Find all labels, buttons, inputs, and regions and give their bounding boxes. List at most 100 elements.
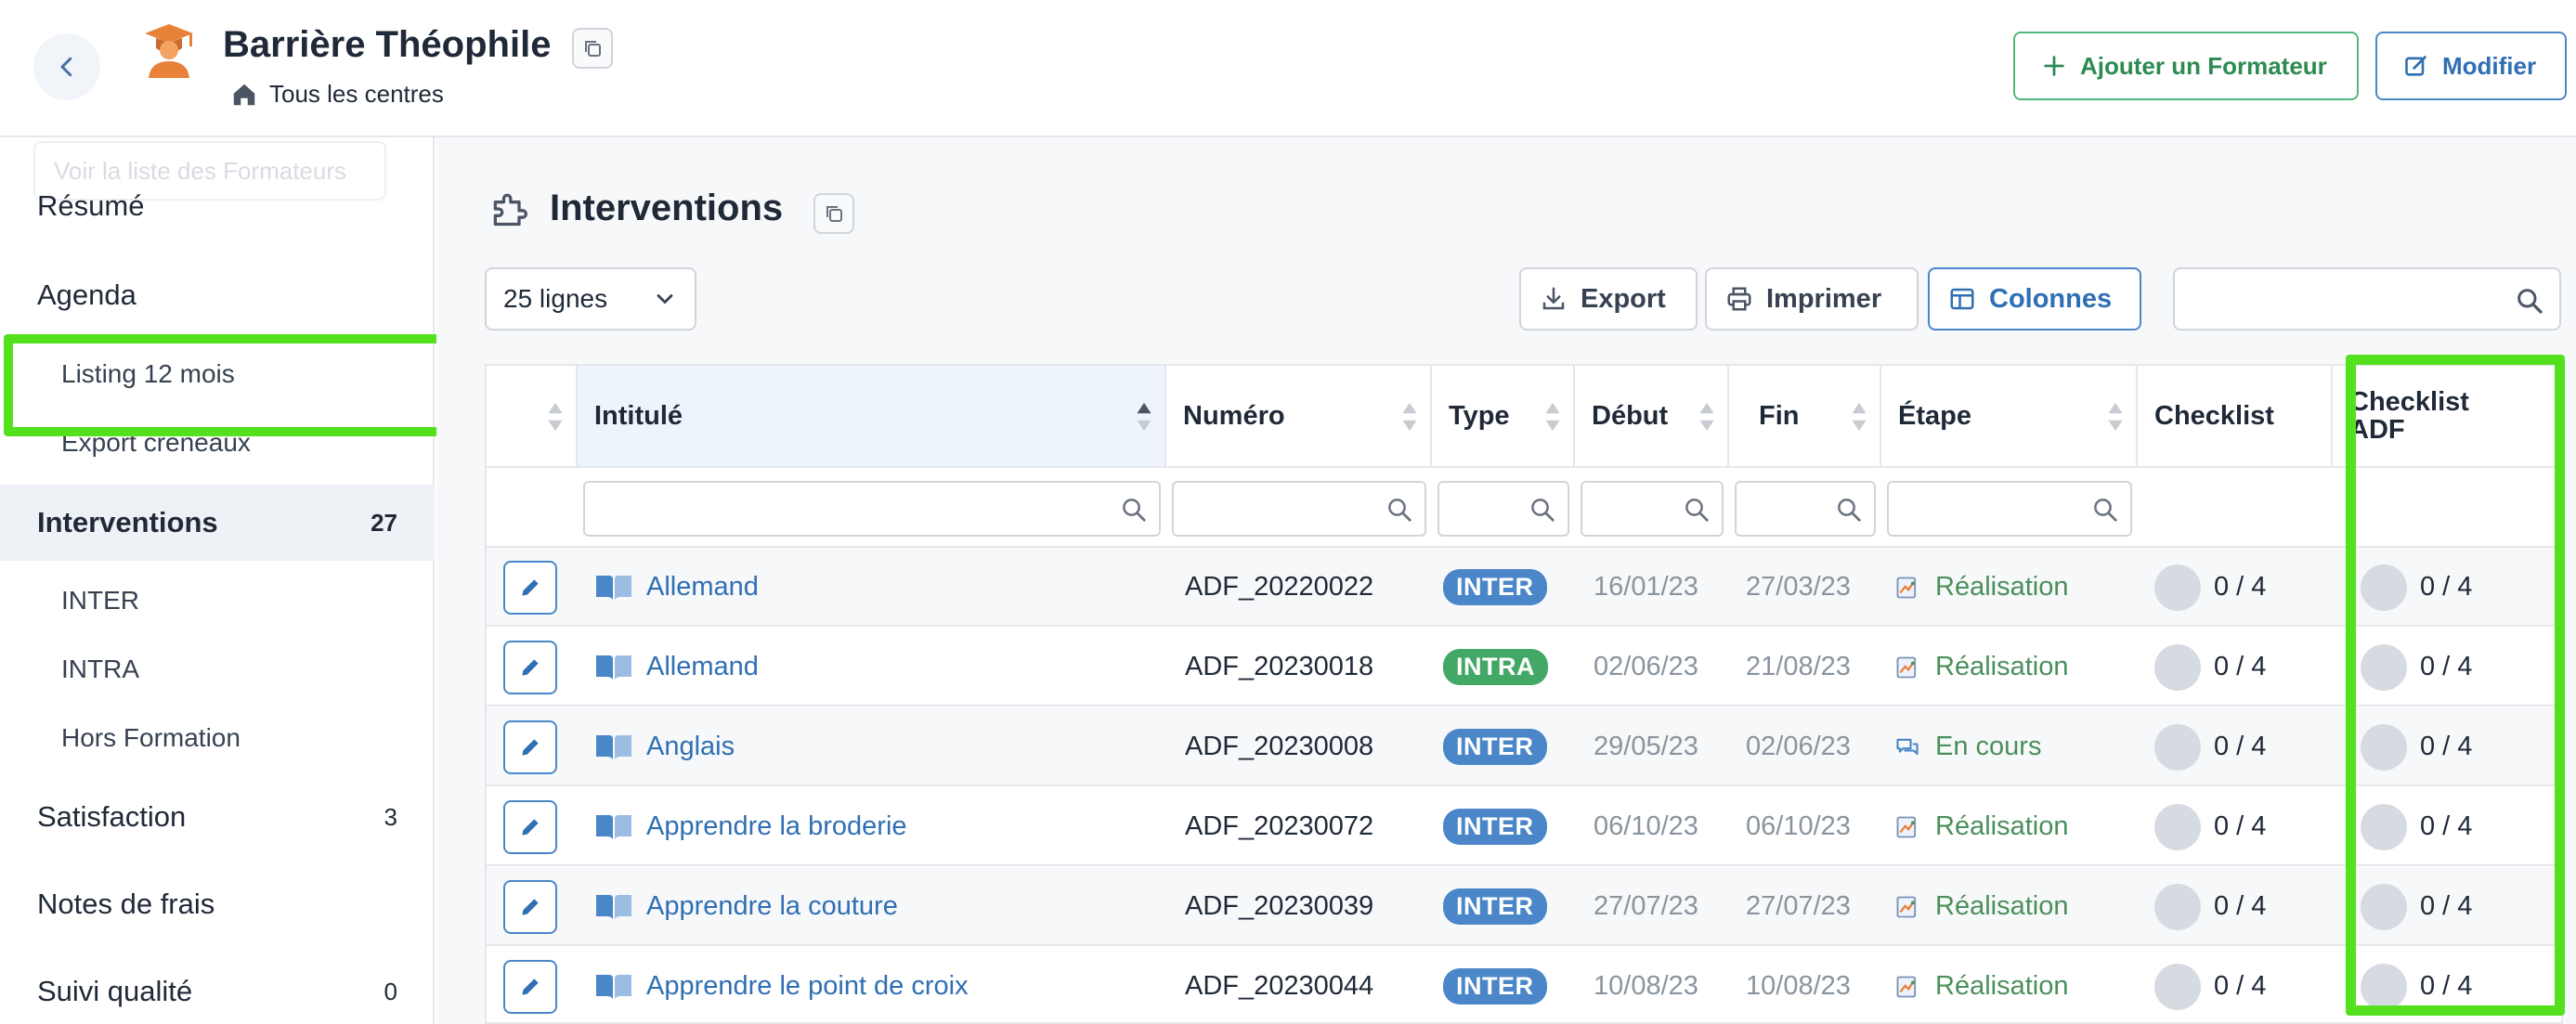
search-input[interactable] [2173,267,2561,331]
cell-intitule[interactable]: Apprendre la couture [594,867,898,946]
checklist-ratio: 0 / 4 [2214,891,2267,921]
column-header-label: Type [1449,400,1510,431]
column-header-checklist-adf[interactable]: Checklist ADF [2333,366,2561,468]
filter-intitule-input[interactable] [583,481,1161,537]
pencil-icon [522,819,539,836]
columns-label: Colonnes [1989,283,2113,314]
sidebar-item-inter[interactable]: INTER [0,576,435,626]
edit-row-button[interactable] [503,960,557,1014]
intervention-link[interactable]: Allemand [646,652,759,682]
search-icon [1388,499,1412,522]
table-row: Apprendre la couture ADF_20230039 INTER … [487,867,2561,946]
cell-checklist-adf: 0 / 4 [2361,548,2472,627]
add-trainer-button[interactable]: Ajouter un Formateur [2013,32,2359,100]
sidebar-item-intra[interactable]: INTRA [0,644,435,694]
print-label: Imprimer [1766,283,1882,314]
cell-intitule[interactable]: Apprendre la broderie [594,787,907,866]
edit-row-button[interactable] [503,561,557,615]
plus-icon [2044,56,2064,76]
column-header-type[interactable]: Type [1432,366,1575,468]
cell-etape: Réalisation [1894,787,2068,866]
cell-numero: ADF_20230008 [1185,732,1374,761]
checklist-progress-circle [2154,803,2201,850]
centre-text: Tous les centres [269,80,444,108]
step-label: Réalisation [1935,811,2069,841]
copy-icon [826,206,842,222]
sidebar-item-label: INTRA [61,655,139,683]
checklist-ratio: 0 / 4 [2214,732,2267,761]
checklist-adf-progress-circle [2361,883,2407,930]
sort-icon [2108,402,2123,432]
column-header-intitule[interactable]: Intitulé [578,366,1166,468]
column-header-debut[interactable]: Début [1575,366,1729,468]
sidebar-item-label: Notes de frais [37,888,215,920]
sidebar-item-hors-formation[interactable]: Hors Formation [0,713,435,763]
intervention-link[interactable]: Allemand [646,572,759,603]
cell-intitule[interactable]: Anglais [594,707,735,786]
cell-debut: 10/08/23 [1594,971,1698,1001]
print-button[interactable]: Imprimer [1705,267,1919,331]
edit-row-button[interactable] [503,800,557,854]
edit-label: Modifier [2442,51,2537,80]
checklist-ratio: 0 / 4 [2214,971,2267,1001]
filter-type-input[interactable] [1438,481,1569,537]
cell-intitule[interactable]: Allemand [594,548,759,627]
checklist-adf-progress-circle [2361,723,2407,771]
cell-intitule[interactable]: Allemand [594,628,759,706]
pencil-icon [522,739,539,756]
chart-doc-icon [1896,976,1917,997]
edit-row-button[interactable] [503,720,557,774]
sidebar-item-listing[interactable]: Listing 12 mois [0,349,435,399]
intervention-link[interactable]: Apprendre le point de croix [646,971,969,1002]
back-button[interactable] [33,33,100,100]
table-row: Allemand ADF_20230018 INTRA 02/06/23 21/… [487,628,2561,706]
sidebar-item-interventions[interactable]: Interventions 27 [0,485,435,561]
filter-fin-input[interactable] [1735,481,1876,537]
column-header-checklist[interactable]: Checklist [2138,366,2333,468]
sidebar-item-satisfaction[interactable]: Satisfaction 3 [0,789,435,845]
checklist-progress-circle [2154,723,2201,771]
sidebar-item-agenda[interactable]: Agenda [0,267,435,323]
cell-etape: Réalisation [1894,628,2068,706]
person-name: Barrière Théophile [223,24,552,65]
book-icon [596,575,631,600]
edit-button[interactable]: Modifier [2375,32,2567,100]
column-header-actions[interactable] [487,366,578,468]
intervention-link[interactable]: Apprendre la broderie [646,811,907,842]
cell-etape: En cours [1894,707,2041,786]
sidebar-item-resume[interactable]: Résumé [0,178,435,234]
filter-debut-input[interactable] [1581,481,1724,537]
cell-checklist-adf: 0 / 4 [2361,947,2472,1022]
sidebar-item-export-creneaux[interactable]: Export créneaux [0,418,435,468]
column-header-etape[interactable]: Étape [1881,366,2138,468]
filter-row [487,468,2561,548]
edit-row-button[interactable] [503,880,557,934]
cell-numero: ADF_20220022 [1185,572,1374,602]
pencil-icon [522,979,539,995]
intervention-link[interactable]: Anglais [646,732,735,762]
intervention-link[interactable]: Apprendre la couture [646,891,898,922]
search-icon [1838,499,1861,522]
columns-button[interactable]: Colonnes [1928,267,2141,331]
edit-row-button[interactable] [503,641,557,694]
checklist-progress-circle [2154,883,2201,930]
copy-name-button[interactable] [572,28,613,69]
rows-per-page-select[interactable]: 25 lignes [485,267,696,331]
export-button[interactable]: Export [1519,267,1698,331]
column-header-fin[interactable]: Fin [1729,366,1881,468]
checklist-progress-circle [2154,643,2201,691]
sidebar-item-notes-de-frais[interactable]: Notes de frais [0,876,435,932]
sidebar-item-count: 27 [371,508,397,537]
step-label: En cours [1935,732,2042,761]
checklist-ratio: 0 / 4 [2214,652,2267,681]
chevron-down-icon [657,294,673,304]
copy-section-button[interactable] [813,193,854,234]
sort-icon [1699,402,1714,432]
column-header-numero[interactable]: Numéro [1166,366,1432,468]
filter-etape-input[interactable] [1887,481,2132,537]
sidebar-item-suivi-qualite[interactable]: Suivi qualité 0 [0,964,435,1019]
printer-icon [1727,287,1751,311]
cell-intitule[interactable]: Apprendre le point de croix [594,947,969,1022]
checklist-adf-ratio: 0 / 4 [2420,891,2473,921]
filter-numero-input[interactable] [1172,481,1426,537]
